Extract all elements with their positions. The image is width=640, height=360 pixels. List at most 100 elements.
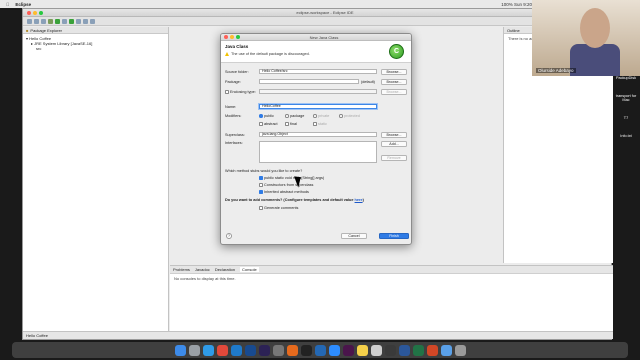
abstract-checkbox[interactable]	[259, 122, 263, 126]
presenter-shirt	[570, 44, 620, 76]
package-explorer-tab[interactable]: ■ Package Explorer	[23, 27, 168, 34]
stub-constructors-row[interactable]: Constructors from superclass	[259, 183, 313, 187]
window-title: eclipse-workspace - Eclipse IDE	[296, 10, 354, 15]
finish-button[interactable]: Finish	[379, 233, 409, 239]
desktop-file[interactable]: T7	[612, 116, 640, 120]
interfaces-label: Interfaces:	[225, 141, 243, 145]
dialog-minimize-button[interactable]	[230, 35, 234, 39]
folder-icon[interactable]	[440, 344, 452, 356]
cancel-button[interactable]: Cancel	[341, 233, 367, 239]
enclosing-type-checkbox[interactable]	[225, 90, 229, 94]
inherited-stub-checkbox[interactable]	[259, 190, 263, 194]
new-class-wizard-icon: C	[389, 44, 404, 59]
preview-icon[interactable]	[370, 344, 382, 356]
r-icon[interactable]	[314, 344, 326, 356]
modifier-abstract[interactable]: abstract	[259, 122, 278, 126]
superclass-label: Superclass:	[225, 133, 245, 137]
word-icon[interactable]	[398, 344, 410, 356]
tab-javadoc[interactable]: Javadoc	[195, 267, 210, 272]
dialog-heading: Java Class	[225, 44, 249, 49]
constructors-stub-checkbox[interactable]	[259, 183, 263, 187]
vscode-icon[interactable]	[230, 344, 242, 356]
slack-icon[interactable]	[342, 344, 354, 356]
package-browse-button[interactable]: Browse...	[381, 78, 407, 85]
presenter-face	[580, 8, 610, 48]
class-name-field[interactable]: HelloCoffee	[259, 104, 377, 109]
package-radio[interactable]	[285, 114, 289, 118]
forward-icon[interactable]	[90, 18, 95, 24]
modifier-private[interactable]: private	[313, 114, 329, 118]
enclosing-type-row: Enclosing type:	[225, 90, 256, 94]
terminal-icon[interactable]	[300, 344, 312, 356]
close-window-button[interactable]	[27, 10, 31, 15]
modifier-package[interactable]: package	[285, 114, 304, 118]
enclosing-type-field[interactable]	[259, 89, 377, 94]
tab-declaration[interactable]: Declaration	[215, 267, 235, 272]
finder-icon[interactable]	[174, 344, 186, 356]
source-folder-browse-button[interactable]: Browse...	[381, 68, 407, 75]
dialog-close-button[interactable]	[224, 35, 228, 39]
remove-interface-button[interactable]: Remove	[381, 155, 407, 161]
superclass-browse-button[interactable]: Browse...	[381, 131, 407, 138]
desktop-file[interactable]: Info.txt	[612, 134, 640, 138]
stub-inherited-row[interactable]: Inherited abstract methods	[259, 190, 309, 194]
launchpad-icon[interactable]	[188, 344, 200, 356]
help-icon[interactable]: ?	[226, 233, 232, 239]
static-checkbox[interactable]	[313, 122, 317, 126]
settings-icon[interactable]	[272, 344, 284, 356]
modifier-public[interactable]: public	[259, 114, 274, 118]
menu-app-name[interactable]: Eclipse	[15, 2, 31, 7]
protected-radio[interactable]	[339, 114, 343, 118]
add-interface-button[interactable]: Add...	[381, 141, 407, 147]
generate-comments-row[interactable]: Generate comments	[259, 206, 298, 210]
project-tree: ▾ Hello Coffee ▸ JRE System Library [Jav…	[23, 34, 168, 53]
back-icon[interactable]	[83, 18, 88, 24]
excel-icon[interactable]	[412, 344, 424, 356]
eclipse-icon[interactable]	[258, 344, 270, 356]
zoom-icon[interactable]	[328, 344, 340, 356]
warning-icon	[225, 52, 229, 56]
interfaces-list[interactable]	[259, 141, 377, 163]
tab-console[interactable]: Console	[240, 267, 259, 272]
safari-icon[interactable]	[202, 344, 214, 356]
dialog-titlebar: New Java Class	[221, 34, 411, 41]
public-radio[interactable]	[259, 114, 263, 118]
enclosing-type-browse-button[interactable]: Browse...	[381, 88, 407, 95]
generate-comments-checkbox[interactable]	[259, 206, 263, 210]
print-icon[interactable]	[41, 18, 46, 24]
tree-item-src[interactable]: src	[26, 46, 165, 51]
final-checkbox[interactable]	[285, 122, 289, 126]
tab-problems[interactable]: Problems	[173, 267, 190, 272]
private-radio[interactable]	[313, 114, 317, 118]
modifier-final[interactable]: final	[285, 122, 297, 126]
superclass-field[interactable]: java.lang.Object	[259, 132, 377, 137]
trash-icon[interactable]	[454, 344, 466, 356]
virtualbox-icon[interactable]	[244, 344, 256, 356]
desktop-file[interactable]: PackupDisk	[612, 76, 640, 80]
new-icon[interactable]	[27, 18, 32, 24]
stub-main-row[interactable]: public static void main(String[] args)	[259, 176, 324, 180]
new-class-icon[interactable]	[69, 18, 74, 24]
modifier-static[interactable]: static	[313, 122, 327, 126]
notes-icon[interactable]	[356, 344, 368, 356]
apple-icon[interactable]: 	[6, 2, 9, 7]
package-label: Package:	[225, 80, 241, 84]
quicktime-icon[interactable]	[384, 344, 396, 356]
coverage-icon[interactable]	[62, 18, 67, 24]
chrome-icon[interactable]	[216, 344, 228, 356]
minimize-window-button[interactable]	[33, 10, 37, 15]
firefox-icon[interactable]	[286, 344, 298, 356]
configure-templates-link[interactable]: here	[355, 198, 363, 202]
save-icon[interactable]	[34, 18, 39, 24]
powerpoint-icon[interactable]	[426, 344, 438, 356]
main-stub-checkbox[interactable]	[259, 176, 263, 180]
source-folder-field[interactable]: Hello Coffee/src	[259, 69, 377, 74]
run-icon[interactable]	[55, 18, 60, 24]
modifier-protected[interactable]: protected	[339, 114, 360, 118]
debug-icon[interactable]	[48, 18, 53, 24]
stubs-question: Which method stubs would you like to cre…	[225, 169, 303, 173]
package-field[interactable]	[259, 79, 359, 84]
desktop-file[interactable]: transport for Mac	[612, 94, 640, 102]
search-icon[interactable]	[76, 18, 81, 24]
status-bar: Hello Coffee	[23, 331, 613, 339]
